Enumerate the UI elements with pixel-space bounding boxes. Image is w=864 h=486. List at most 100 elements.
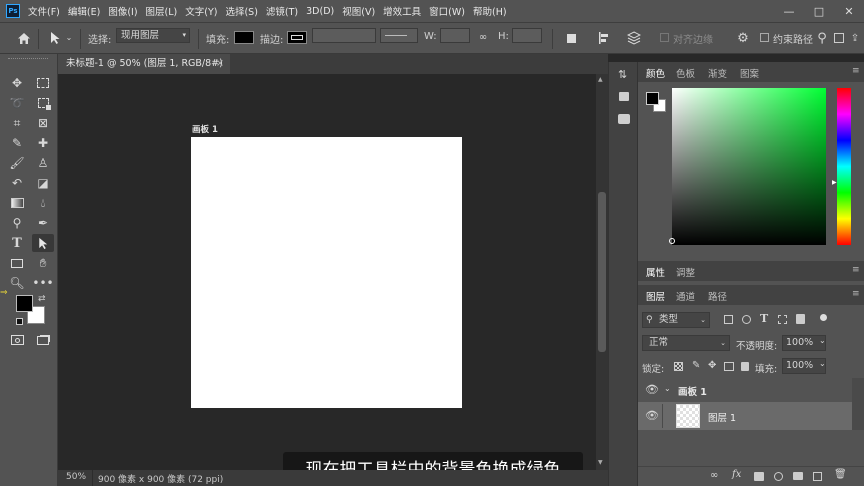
menu-type[interactable]: 文字(Y) bbox=[185, 4, 217, 18]
stroke-width-input[interactable] bbox=[312, 28, 376, 43]
menu-image[interactable]: 图像(I) bbox=[108, 4, 137, 18]
filter-shape-icon[interactable] bbox=[778, 315, 787, 324]
document-tab[interactable]: 未标题-1 @ 50% (图层 1, RGB/8#) × bbox=[58, 54, 230, 74]
layer-name[interactable]: 画板 1 bbox=[678, 384, 707, 398]
tab-channels[interactable]: 通道 bbox=[676, 289, 695, 303]
link-layers-icon[interactable]: ∞ bbox=[710, 470, 718, 481]
foreground-color-swatch[interactable] bbox=[16, 295, 33, 312]
path-operations-icon[interactable] bbox=[564, 31, 578, 45]
filter-toggle-icon[interactable] bbox=[820, 314, 827, 321]
tab-adjustments[interactable]: 调整 bbox=[676, 265, 695, 279]
lasso-tool-icon[interactable]: ➰ bbox=[6, 94, 28, 112]
quick-mask-icon[interactable] bbox=[6, 331, 28, 349]
filter-smart-object-icon[interactable] bbox=[796, 314, 805, 324]
menu-select[interactable]: 选择(S) bbox=[225, 4, 257, 18]
lock-transparent-icon[interactable] bbox=[674, 362, 683, 371]
filter-adjustment-icon[interactable] bbox=[742, 315, 751, 324]
tab-properties[interactable]: 属性 bbox=[646, 265, 665, 279]
more-tools-icon[interactable]: ••• bbox=[32, 274, 54, 292]
workspace-icon[interactable] bbox=[832, 29, 846, 47]
color-picker-cursor[interactable] bbox=[669, 238, 675, 244]
rectangle-tool-icon[interactable] bbox=[6, 254, 28, 272]
lock-all-icon[interactable] bbox=[741, 362, 749, 371]
link-icon[interactable]: ∞ bbox=[476, 31, 490, 43]
adjustment-layer-icon[interactable] bbox=[774, 472, 783, 481]
lock-artboard-icon[interactable] bbox=[724, 362, 734, 371]
select-dropdown[interactable]: 现用图层 ▾ bbox=[116, 28, 190, 43]
layer-style-icon[interactable]: fx bbox=[732, 469, 741, 480]
vertical-scrollbar[interactable]: ▲ ▼ bbox=[596, 74, 608, 470]
color-picker-field[interactable] bbox=[669, 88, 826, 245]
healing-brush-tool-icon[interactable]: ✚ bbox=[32, 134, 54, 152]
menu-file[interactable]: 文件(F) bbox=[28, 4, 60, 18]
frame-tool-icon[interactable]: ⊠ bbox=[32, 114, 54, 132]
tab-paths[interactable]: 路径 bbox=[708, 289, 727, 303]
properties-panel-icon[interactable] bbox=[619, 92, 629, 101]
screen-mode-icon[interactable] bbox=[32, 331, 54, 349]
menu-3d[interactable]: 3D(D) bbox=[306, 6, 334, 17]
visibility-eye-icon[interactable]: 👁︎ bbox=[645, 409, 659, 422]
constrain-path-checkbox[interactable] bbox=[760, 33, 769, 42]
layer-thumbnail[interactable] bbox=[676, 404, 700, 428]
path-arrangement-icon[interactable] bbox=[626, 29, 642, 47]
maximize-button[interactable]: □ bbox=[804, 0, 834, 22]
home-icon[interactable] bbox=[14, 29, 34, 47]
artboard-canvas[interactable] bbox=[191, 137, 462, 408]
add-mask-icon[interactable] bbox=[754, 472, 764, 481]
brush-tool-icon[interactable]: 🖌︎ bbox=[6, 154, 28, 172]
chevron-down-icon[interactable]: ⌄ bbox=[664, 384, 671, 393]
lock-pixels-icon[interactable]: ✎ bbox=[692, 360, 700, 371]
panel-foreground-swatch[interactable] bbox=[646, 92, 659, 105]
object-selection-tool-icon[interactable] bbox=[32, 94, 54, 112]
close-window-button[interactable]: ✕ bbox=[834, 0, 864, 22]
pen-tool-icon[interactable]: ✒ bbox=[32, 214, 54, 232]
panel-menu-icon[interactable]: ≡ bbox=[852, 66, 860, 76]
align-edges-checkbox[interactable] bbox=[660, 33, 669, 42]
tab-patterns[interactable]: 图案 bbox=[740, 66, 759, 80]
new-layer-icon[interactable] bbox=[813, 472, 822, 481]
path-selection-tool-icon[interactable] bbox=[48, 29, 62, 47]
hand-tool-icon[interactable]: ✋︎ bbox=[32, 254, 54, 272]
visibility-eye-icon[interactable]: 👁︎ bbox=[645, 383, 659, 396]
tab-color[interactable]: 颜色 bbox=[646, 66, 665, 80]
canvas-area[interactable]: 画板 1 现在把工具栏中的背景色换成绿色 bbox=[58, 74, 596, 482]
document-info[interactable]: 900 像素 x 900 像素 (72 ppi) bbox=[98, 472, 223, 485]
type-tool-icon[interactable]: T bbox=[6, 234, 28, 252]
marquee-tool-icon[interactable] bbox=[32, 74, 54, 92]
scroll-down-icon[interactable]: ▼ bbox=[598, 459, 606, 467]
menu-edit[interactable]: 编辑(E) bbox=[68, 4, 100, 18]
eyedropper-tool-icon[interactable]: ✎ bbox=[6, 134, 28, 152]
hue-slider-thumb-icon[interactable]: ▶ bbox=[832, 179, 837, 186]
dodge-tool-icon[interactable]: ⚲ bbox=[6, 214, 28, 232]
crop-tool-icon[interactable]: ⌗ bbox=[6, 114, 28, 132]
menu-layer[interactable]: 图层(L) bbox=[146, 4, 178, 18]
search-icon[interactable]: ⚲ bbox=[814, 29, 830, 47]
path-selection-tool-active-icon[interactable] bbox=[32, 234, 54, 252]
gradient-tool-icon[interactable] bbox=[6, 194, 28, 212]
menu-plugins[interactable]: 增效工具 bbox=[383, 4, 421, 18]
swap-colors-icon[interactable]: ⇄ bbox=[38, 294, 46, 304]
chevron-down-icon[interactable]: ⌄ bbox=[819, 359, 826, 368]
chevron-down-icon[interactable]: ⌄ bbox=[819, 336, 826, 345]
zoom-tool-icon[interactable]: 🔍︎ bbox=[6, 274, 28, 292]
lock-position-icon[interactable]: ✥ bbox=[708, 360, 716, 371]
eraser-tool-icon[interactable]: ◪ bbox=[32, 174, 54, 192]
scroll-up-icon[interactable]: ▲ bbox=[598, 76, 606, 84]
default-colors-icon[interactable] bbox=[16, 318, 23, 325]
stroke-type-dropdown[interactable] bbox=[380, 28, 418, 43]
path-alignment-icon[interactable] bbox=[596, 29, 612, 47]
blur-tool-icon[interactable]: 💧︎ bbox=[32, 194, 54, 212]
zoom-level[interactable]: 50% bbox=[66, 472, 86, 482]
stroke-swatch[interactable] bbox=[287, 31, 307, 44]
trash-icon[interactable]: 🗑︎ bbox=[834, 469, 847, 480]
height-input[interactable] bbox=[512, 28, 542, 43]
layers-scrollbar[interactable] bbox=[852, 378, 864, 430]
layer-row-layer-1[interactable]: 👁︎ 图层 1 bbox=[638, 402, 852, 430]
move-tool-icon[interactable]: ✥ bbox=[6, 74, 28, 92]
menu-window[interactable]: 窗口(W) bbox=[429, 4, 465, 18]
tab-swatches[interactable]: 色板 bbox=[676, 66, 695, 80]
minimize-button[interactable]: — bbox=[774, 0, 804, 22]
filter-type-icon[interactable]: T bbox=[760, 312, 768, 325]
width-input[interactable] bbox=[440, 28, 470, 43]
panel-menu-icon[interactable]: ≡ bbox=[852, 289, 860, 299]
